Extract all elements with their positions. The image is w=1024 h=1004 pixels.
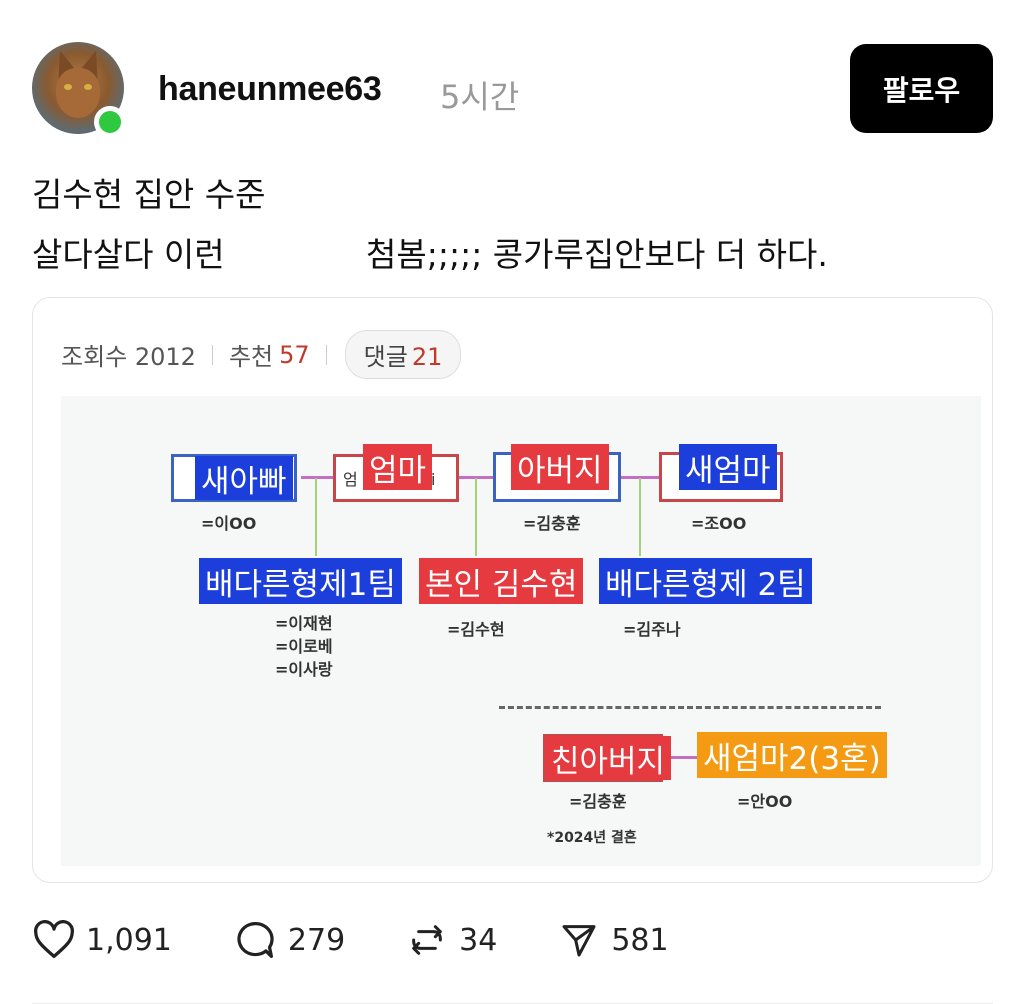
divider [325,344,327,365]
like-button[interactable]: 1,091 [32,920,172,960]
connector-line [301,476,337,479]
divider [211,344,213,365]
share-count: 581 [611,922,669,958]
views-count: 조회수 2012 [61,343,196,371]
mom-frame-text: 엄 [343,470,358,489]
connector-line [459,476,495,479]
post-actions: 1,091 279 34 581 [32,920,729,960]
node-half-siblings-1: 배다른형제1팀 [199,558,402,604]
connector-line [315,478,317,556]
share-button[interactable]: 581 [557,920,669,960]
comments-pill: 댓글 21 [344,330,462,379]
node-bio-father: 친아버지 [545,736,672,780]
node-father: 아버지 [511,444,609,490]
username[interactable]: haneunmee63 [158,70,382,109]
share-icon [562,925,596,957]
self-name: =김수현 [447,620,505,639]
family-tree-diagram: 새아빠 =이OO 엄 i 엄마 아버지 =김충훈 새엄마 =조OO 배다른형제1… [61,396,981,866]
connector-line [621,476,661,479]
node-step-dad: 새아빠 [195,456,293,500]
node-self: 본인 김수현 [419,558,584,604]
half-siblings-1-names: =이재현 =이로베 =이사랑 [275,614,333,680]
comments-count: 21 [411,343,443,371]
recommend-label: 추천 [228,343,274,371]
node-step-mom-2: 새엄마2(3혼) [697,732,887,778]
step-mom-name: =조OO [691,514,747,533]
post-text-line-2b: 첨봄;;;;; 콩가루집안보다 더 하다. [366,235,828,274]
repost-count: 34 [459,922,498,958]
connector-line [639,478,641,556]
node-half-siblings-2: 배다른형제 2팀 [599,558,812,604]
attached-image-card[interactable]: 조회수 2012 추천 57 댓글 21 새아빠 =이OO 엄 i 엄마 아버지 … [32,297,993,883]
bio-father-name: =김충훈 [569,792,627,811]
node-step-mom: 새엄마 [679,444,777,490]
half-siblings-2-names: =김주나 [623,620,681,639]
recommend-count: 57 [279,340,310,369]
post-text-line-1: 김수현 집안 수준 [32,175,266,214]
like-count: 1,091 [86,922,172,958]
heart-icon [34,920,74,958]
repost-button[interactable]: 34 [405,920,497,960]
marriage-note: *2024년 결혼 [547,830,637,846]
cat-face [56,68,100,118]
cat-eye-icon [64,84,72,90]
connector-line [475,478,477,556]
comment-button[interactable]: 279 [232,920,345,960]
post-time: 5시간 [440,78,520,116]
step-dad-name: =이OO [201,514,257,533]
dashed-divider [499,706,881,709]
father-name: =김충훈 [523,514,581,533]
post-text-line-2a: 살다살다 이런 [32,235,225,274]
cat-eye-icon [84,84,92,90]
comments-label: 댓글 [363,343,408,371]
post-stats: 조회수 2012 추천 57 댓글 21 [61,330,462,379]
repost-icon [412,925,442,955]
step-mom-2-name: =안OO [737,792,793,811]
comment-icon [237,921,274,958]
comment-count: 279 [287,922,346,958]
follow-button[interactable]: 팔로우 [850,44,993,133]
online-status-dot [94,106,126,138]
node-mom: 엄마 [363,444,433,490]
